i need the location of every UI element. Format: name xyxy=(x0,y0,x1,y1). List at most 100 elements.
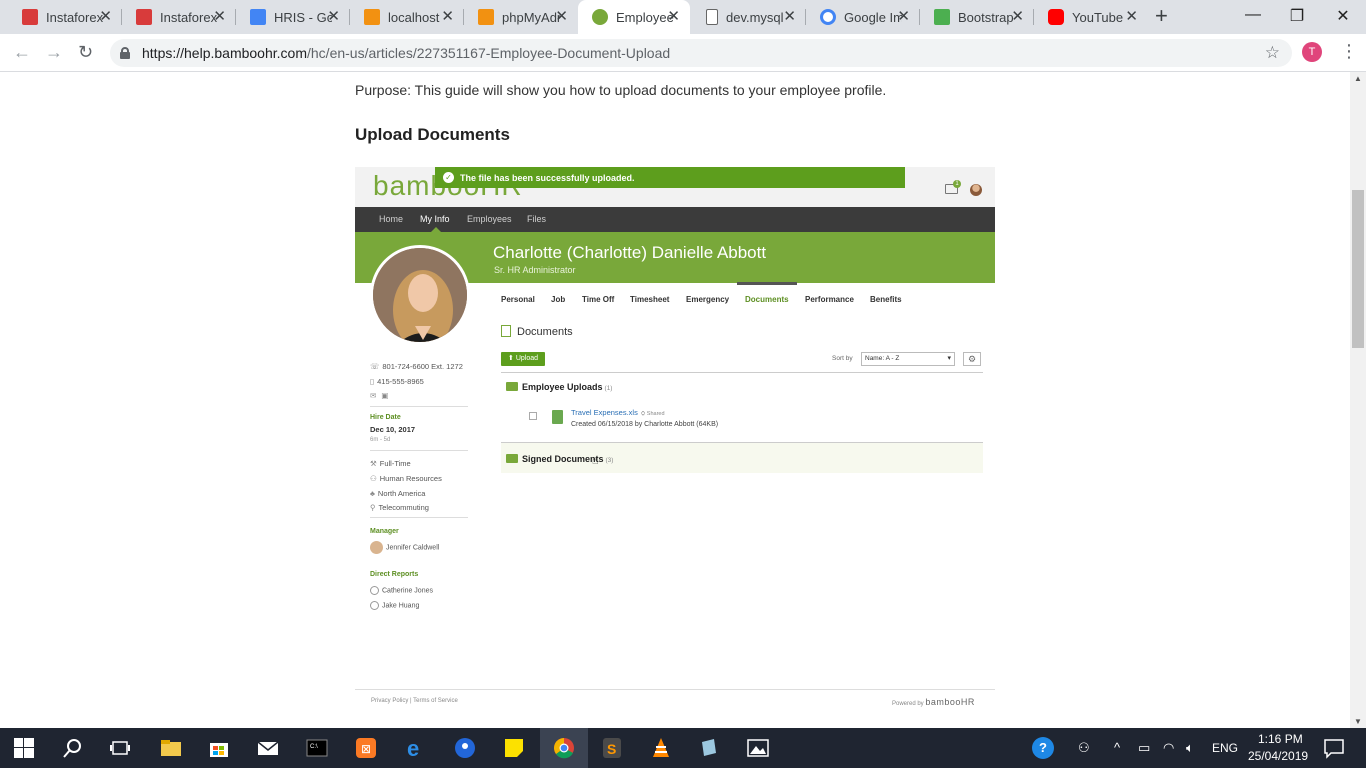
clock-time[interactable]: 1:16 PM xyxy=(1258,732,1303,746)
tab-hris-docs[interactable]: HRIS - Google Docs ✕ xyxy=(236,0,350,34)
tab-title: Instaforex xyxy=(46,9,104,25)
store-icon[interactable] xyxy=(208,737,230,759)
minimize-button[interactable]: — xyxy=(1238,6,1268,24)
file-checkbox xyxy=(529,412,537,420)
chrome-icon[interactable] xyxy=(553,737,575,759)
contact-icons: ✉ ▣ xyxy=(370,391,391,400)
tab-title: phpMyAdmin xyxy=(502,9,560,25)
close-window-button[interactable]: ✕ xyxy=(1328,6,1358,26)
close-tab-icon[interactable]: ✕ xyxy=(213,9,226,25)
search-icon[interactable] xyxy=(62,737,84,759)
battery-icon[interactable]: ▭ xyxy=(1138,740,1150,756)
close-tab-icon[interactable]: ✕ xyxy=(555,9,568,25)
manager-name: Jennifer Caldwell xyxy=(386,544,440,552)
document-icon xyxy=(501,325,511,337)
sublime-text-icon[interactable]: S xyxy=(601,737,623,759)
folder-icon xyxy=(506,454,518,463)
profile-avatar[interactable]: T xyxy=(1302,42,1322,62)
close-tab-icon[interactable]: ✕ xyxy=(327,9,340,25)
manager-avatar xyxy=(370,541,383,554)
clock-date[interactable]: 25/04/2019 xyxy=(1248,749,1308,763)
close-tab-icon[interactable]: ✕ xyxy=(783,9,796,25)
address-bar[interactable]: https://help.bamboohr.com/hc/en-us/artic… xyxy=(110,39,1292,67)
close-tab-icon[interactable]: ✕ xyxy=(897,9,910,25)
phpmyadmin-icon xyxy=(478,9,494,25)
check-icon: ✓ xyxy=(443,172,454,183)
show-hidden-icons-icon[interactable]: ^ xyxy=(1114,740,1120,755)
close-tab-icon[interactable]: ✕ xyxy=(1011,9,1024,25)
terminal-icon[interactable]: C:\ xyxy=(306,737,328,759)
mobile-icon: ▯ xyxy=(370,377,375,386)
instaforex-icon xyxy=(136,9,152,25)
tab-title: dev.mysql xyxy=(726,9,784,25)
file-shared-badge: ⛭ Shared xyxy=(640,411,665,417)
tab-phpmyadmin[interactable]: phpMyAdmin ✕ xyxy=(464,0,578,34)
photos-icon[interactable] xyxy=(747,737,769,759)
powered-by-logo: bambooHR xyxy=(925,697,975,707)
direct-report-name: Jake Huang xyxy=(382,602,420,610)
footer-links: Privacy Policy | Terms of Service xyxy=(371,698,458,704)
mobile-phone: ▯ 415-555-8965 xyxy=(370,377,424,386)
tab-title: Google Images xyxy=(844,9,902,25)
new-tab-button[interactable]: + xyxy=(1155,5,1168,27)
linkedin-icon: ▣ xyxy=(381,391,389,400)
bookmark-star-icon[interactable]: ☆ xyxy=(1265,43,1280,63)
tab-employee-document-upload[interactable]: Employee Document Upload ✕ xyxy=(578,0,690,34)
scroll-up-arrow-icon[interactable]: ▲ xyxy=(1354,74,1362,83)
tab-localhost[interactable]: localhost ✕ xyxy=(350,0,464,34)
scroll-thumb[interactable] xyxy=(1352,190,1364,348)
file-row: Travel Expenses.xls ⛭ Shared xyxy=(571,408,665,418)
notification-center-icon[interactable] xyxy=(1323,737,1345,759)
file-explorer-icon[interactable] xyxy=(160,737,182,759)
folder-count: (1) xyxy=(604,385,613,392)
subtab-performance: Performance xyxy=(805,295,854,304)
tab-instaforex-1[interactable]: Instaforex ✕ xyxy=(8,0,122,34)
xampp-icon[interactable]: ⊠ xyxy=(355,737,377,759)
wifi-icon[interactable]: ◠ xyxy=(1163,740,1174,756)
sidebar-divider xyxy=(370,406,468,407)
direct-report: Jake Huang xyxy=(370,601,419,610)
gear-icon: ⚙ xyxy=(963,352,981,366)
tab-youtube[interactable]: YouTube ✕ xyxy=(1034,0,1148,34)
page-scrollbar[interactable]: ▲ ▼ xyxy=(1350,72,1366,728)
maximize-button[interactable]: ❐ xyxy=(1282,6,1312,26)
tenure: 6m - 5d xyxy=(370,437,391,443)
volume-icon[interactable]: 🔈︎ xyxy=(1186,740,1194,756)
back-button[interactable]: ← xyxy=(13,42,31,62)
reload-button[interactable]: ↻ xyxy=(78,42,93,62)
nav-employees: Employees xyxy=(467,214,512,224)
people-icon[interactable]: ⚇ xyxy=(1078,740,1090,756)
direct-reports-label: Direct Reports xyxy=(370,571,419,578)
input-language[interactable]: ENG xyxy=(1212,741,1238,755)
mail-icon[interactable] xyxy=(257,737,279,759)
maps-icon[interactable] xyxy=(454,737,476,759)
close-tab-icon[interactable]: ✕ xyxy=(1125,9,1138,25)
close-tab-icon[interactable]: ✕ xyxy=(99,9,112,25)
close-tab-icon[interactable]: ✕ xyxy=(667,9,680,25)
subtab-documents: Documents xyxy=(745,295,789,304)
tab-instaforex-2[interactable]: Instaforex ✕ xyxy=(122,0,236,34)
edge-icon[interactable]: e xyxy=(405,737,427,759)
employment-type: ⚒ Full-Time xyxy=(370,459,411,468)
shared-label: Shared xyxy=(646,411,665,417)
tab-google-images[interactable]: Google Images ✕ xyxy=(806,0,920,34)
tab-title: HRIS - Google Docs xyxy=(274,9,332,25)
windows-start-icon[interactable] xyxy=(14,738,34,758)
tab-dev-mysql[interactable]: dev.mysql ✕ xyxy=(692,0,806,34)
help-icon[interactable]: ? xyxy=(1032,737,1054,759)
notepad-icon[interactable] xyxy=(698,737,720,759)
vlc-icon[interactable] xyxy=(650,737,672,759)
browser-menu-icon[interactable]: ⋮ xyxy=(1340,42,1358,60)
close-tab-icon[interactable]: ✕ xyxy=(441,9,454,25)
scroll-down-arrow-icon[interactable]: ▼ xyxy=(1354,717,1362,726)
toast-message: The file has been successfully uploaded. xyxy=(460,172,635,183)
upload-success-toast: ✓ The file has been successfully uploade… xyxy=(435,167,905,188)
folder-name: Employee Uploads xyxy=(522,382,603,392)
google-icon xyxy=(820,9,836,25)
sticky-notes-icon[interactable] xyxy=(503,737,525,759)
tab-bootstrap[interactable]: Bootstrap ✕ xyxy=(920,0,1034,34)
youtube-icon xyxy=(1048,9,1064,25)
forward-button[interactable]: → xyxy=(45,42,63,62)
task-view-icon[interactable] xyxy=(109,737,131,759)
mouse-cursor-icon: ☝ xyxy=(592,455,599,467)
